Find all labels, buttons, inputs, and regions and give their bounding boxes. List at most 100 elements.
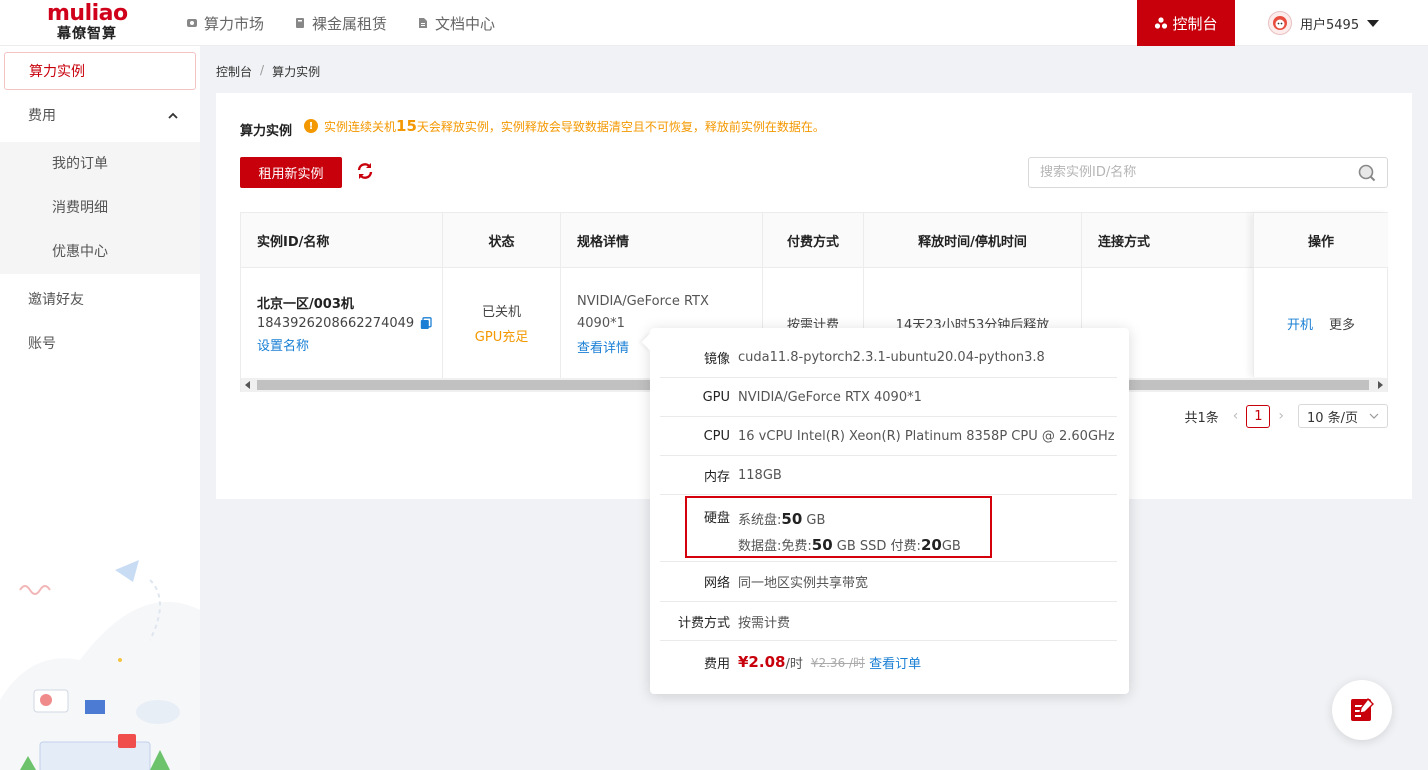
instance-name: 北京一区/003机 bbox=[257, 296, 354, 312]
detail-image: cuda11.8-pytorch2.3.1-ubuntu20.04-python… bbox=[738, 350, 1045, 365]
warning-text-pre: 实例连续关机 bbox=[324, 119, 397, 134]
price-unit: /时 bbox=[785, 656, 803, 672]
refresh-icon[interactable] bbox=[356, 162, 374, 180]
avatar bbox=[1268, 11, 1292, 35]
cell-id-name: 北京一区/003机 1843926208662274049 设置名称 bbox=[241, 268, 443, 378]
cluster-icon bbox=[1155, 17, 1168, 29]
sidebar: 算力实例 费用 我的订单 消费明细 优惠中心 邀请好友 账号 bbox=[0, 46, 200, 770]
spec-details-popover: 镜像 cuda11.8-pytorch2.3.1-ubuntu20.04-pyt… bbox=[641, 328, 1129, 694]
user-menu[interactable]: 用户5495 bbox=[1268, 0, 1380, 46]
view-details-link[interactable]: 查看详情 bbox=[577, 337, 629, 356]
sidebar-item-account[interactable]: 账号 bbox=[0, 321, 200, 365]
sidebar-item-coupons[interactable]: 优惠中心 bbox=[0, 229, 200, 273]
ops-column: 操作 开机 更多 bbox=[1253, 213, 1388, 377]
col-status: 状态 bbox=[443, 213, 561, 267]
document-icon bbox=[419, 18, 428, 28]
breadcrumb-separator: / bbox=[260, 63, 265, 77]
feedback-button[interactable] bbox=[1332, 680, 1392, 740]
user-name: 用户5495 bbox=[1300, 17, 1360, 33]
nav-bare-metal-label: 裸金属租赁 bbox=[312, 14, 388, 33]
gpu-status: GPU充足 bbox=[474, 330, 529, 345]
set-name-link[interactable]: 设置名称 bbox=[257, 335, 309, 354]
logo[interactable]: muliao 幕僚智算 bbox=[47, 2, 135, 44]
sidebar-item-fees-label: 费用 bbox=[28, 108, 56, 124]
top-bar: muliao 幕僚智算 算力市场 裸金属租赁 文档中心 控制台 用户5495 bbox=[0, 0, 1428, 46]
server-icon bbox=[296, 18, 305, 28]
console-label: 控制台 bbox=[1172, 14, 1218, 33]
detail-label-fee: 费用 bbox=[703, 656, 730, 672]
detail-network: 同一地区实例共享带宽 bbox=[738, 576, 869, 591]
next-page-icon[interactable]: › bbox=[1278, 408, 1284, 424]
col-spec: 规格详情 bbox=[561, 213, 763, 267]
detail-billing: 按需计费 bbox=[738, 615, 791, 631]
page-number[interactable]: 1 bbox=[1246, 404, 1271, 428]
sidebar-item-invite[interactable]: 邀请好友 bbox=[0, 277, 200, 321]
detail-label-network: 网络 bbox=[703, 576, 730, 591]
table-header: 实例ID/名称 状态 规格详情 付费方式 释放时间/停机时间 连接方式 bbox=[241, 213, 1387, 268]
breadcrumb-console[interactable]: 控制台 bbox=[216, 63, 252, 80]
page-size-select[interactable]: 10 条/页 bbox=[1298, 404, 1388, 428]
col-release: 释放时间/停机时间 bbox=[864, 213, 1082, 267]
sidebar-item-instances[interactable]: 算力实例 bbox=[4, 52, 196, 90]
original-price: ¥2.36 /时 bbox=[810, 655, 866, 670]
detail-row-network: 网络 同一地区实例共享带宽 bbox=[660, 562, 1117, 602]
nav-bare-metal[interactable]: 裸金属租赁 bbox=[294, 13, 387, 34]
nav-market-label: 算力市场 bbox=[204, 14, 265, 33]
col-ops: 操作 bbox=[1254, 213, 1388, 268]
price: ¥2.08 bbox=[738, 653, 786, 671]
detail-gpu: NVIDIA/GeForce RTX 4090*1 bbox=[738, 389, 922, 405]
spec-gpu-line1: NVIDIA/GeForce RTX bbox=[577, 293, 709, 309]
cell-ops: 开机 更多 bbox=[1254, 268, 1388, 378]
caret-down-icon bbox=[1367, 19, 1380, 27]
sidebar-item-fees[interactable]: 费用 bbox=[0, 93, 200, 137]
power-on-button[interactable]: 开机 bbox=[1287, 314, 1313, 333]
logo-text: muliao bbox=[47, 1, 128, 26]
detail-row-image: 镜像 cuda11.8-pytorch2.3.1-ubuntu20.04-pyt… bbox=[660, 338, 1117, 378]
detail-row-billing: 计费方式 按需计费 bbox=[660, 602, 1117, 641]
avatar-icon bbox=[1273, 16, 1287, 30]
copy-icon[interactable] bbox=[420, 316, 432, 330]
detail-row-fee: 费用 ¥2.08 /时 ¥2.36 /时 查看订单 bbox=[660, 641, 1117, 683]
scroll-left-icon[interactable] bbox=[245, 381, 250, 389]
more-button[interactable]: 更多 bbox=[1329, 314, 1355, 333]
prev-page-icon[interactable]: ‹ bbox=[1233, 408, 1239, 424]
console-button[interactable]: 控制台 bbox=[1137, 0, 1235, 46]
sidebar-item-consumption[interactable]: 消费明细 bbox=[0, 185, 200, 229]
nav-market[interactable]: 算力市场 bbox=[186, 13, 264, 34]
logo-subtext: 幕僚智算 bbox=[57, 26, 117, 42]
detail-label-billing: 计费方式 bbox=[677, 615, 730, 631]
release-warning: ! 实例连续关机 15 天会释放实例，实例释放会导致数据清空且不可恢复，释放前实… bbox=[304, 117, 825, 135]
disk-highlight-box bbox=[685, 496, 992, 558]
breadcrumb-current: 算力实例 bbox=[272, 65, 321, 79]
total-count: 共1条 bbox=[1184, 410, 1219, 426]
warning-icon: ! bbox=[304, 119, 318, 133]
detail-row-memory: 内存 118GB bbox=[660, 456, 1117, 495]
detail-label-image: 镜像 bbox=[703, 352, 730, 367]
warning-days: 15 bbox=[396, 117, 417, 135]
search-input[interactable] bbox=[1028, 157, 1388, 188]
nav-docs-label: 文档中心 bbox=[435, 14, 496, 33]
search-icon[interactable] bbox=[1358, 164, 1376, 182]
scroll-right-icon[interactable] bbox=[1378, 381, 1383, 389]
col-id-name: 实例ID/名称 bbox=[241, 213, 443, 267]
cell-status: 已关机 GPU充足 bbox=[443, 268, 561, 378]
detail-memory: 118GB bbox=[738, 467, 782, 483]
rent-instance-button[interactable]: 租用新实例 bbox=[240, 157, 342, 188]
chevron-up-icon bbox=[168, 112, 178, 119]
edit-note-icon bbox=[1351, 697, 1374, 721]
detail-row-gpu: GPU NVIDIA/GeForce RTX 4090*1 bbox=[660, 378, 1117, 417]
sidebar-item-orders[interactable]: 我的订单 bbox=[0, 141, 200, 185]
spec-gpu-line2: 4090*1 bbox=[577, 315, 625, 331]
status-text: 已关机 bbox=[481, 305, 521, 320]
breadcrumb: 控制台 / 算力实例 bbox=[216, 63, 320, 80]
view-order-link[interactable]: 查看订单 bbox=[869, 653, 921, 672]
top-nav: 算力市场 裸金属租赁 文档中心 bbox=[186, 0, 525, 46]
nav-docs[interactable]: 文档中心 bbox=[417, 13, 495, 34]
warning-text-post: 天会释放实例，实例释放会导致数据清空且不可恢复，释放前实例在数据在。 bbox=[416, 119, 825, 134]
instance-id: 1843926208662274049 bbox=[257, 315, 415, 331]
col-billing: 付费方式 bbox=[763, 213, 864, 267]
page-size-value: 10 条/页 bbox=[1307, 410, 1359, 426]
detail-row-cpu: CPU 16 vCPU Intel(R) Xeon(R) Platinum 83… bbox=[660, 417, 1117, 456]
decorative-illustration bbox=[0, 560, 200, 770]
detail-label-cpu: CPU bbox=[703, 428, 730, 444]
